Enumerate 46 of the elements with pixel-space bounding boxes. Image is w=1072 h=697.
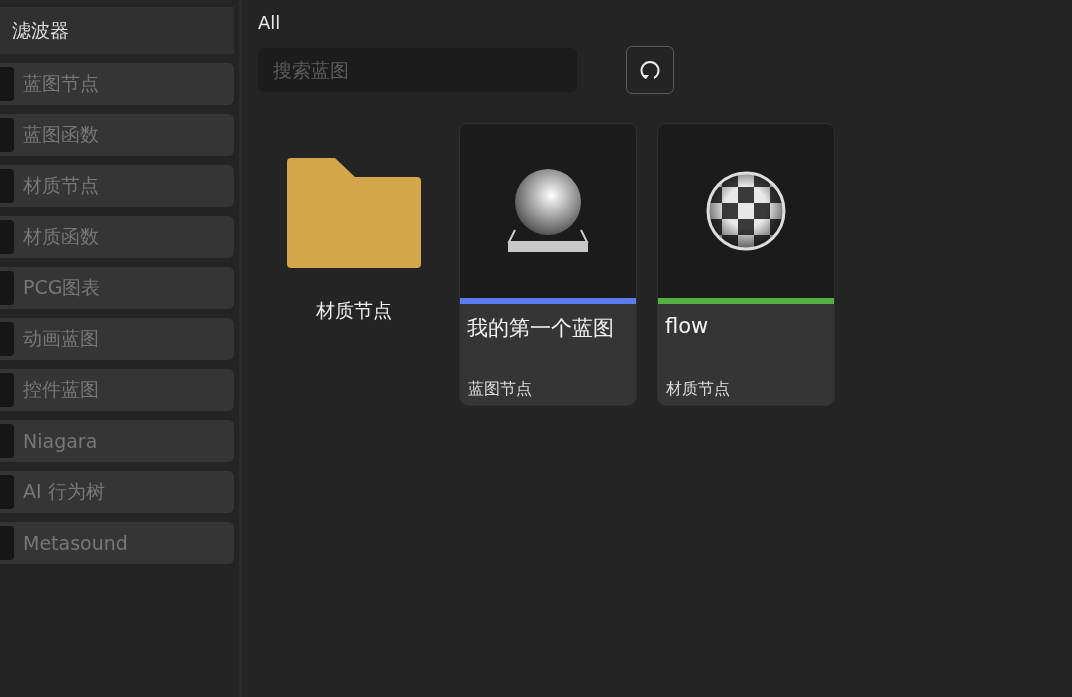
filter-item[interactable]: 材质函数	[0, 216, 234, 258]
folder-icon	[287, 158, 421, 268]
filter-label: 材质函数	[23, 224, 99, 249]
filter-label: PCG图表	[23, 275, 101, 300]
filter-item[interactable]: Metasound	[0, 522, 234, 564]
filter-label: 动画蓝图	[23, 326, 99, 351]
filter-title: 滤波器	[0, 7, 234, 54]
toggle-strip[interactable]	[0, 373, 14, 407]
asset-card[interactable]: 我的第一个蓝图 蓝图节点	[459, 123, 637, 406]
filter-label: AI 行为树	[23, 479, 105, 504]
refresh-button[interactable]	[626, 46, 674, 94]
filter-label: 控件蓝图	[23, 377, 99, 402]
sphere-on-stand-icon	[507, 168, 589, 254]
asset-type: 材质节点	[665, 379, 731, 400]
breadcrumb: All	[258, 12, 282, 35]
asset-name: 我的第一个蓝图	[466, 315, 615, 342]
refresh-icon	[639, 59, 661, 81]
filter-item[interactable]: 控件蓝图	[0, 369, 234, 411]
filter-item[interactable]: 材质节点	[0, 165, 234, 207]
filter-label: 蓝图函数	[23, 122, 99, 147]
folder-name: 材质节点	[316, 298, 392, 323]
toggle-strip[interactable]	[0, 475, 14, 509]
filter-label: 材质节点	[23, 173, 99, 198]
filter-item[interactable]: 蓝图节点	[0, 63, 234, 105]
asset-type: 蓝图节点	[467, 379, 533, 400]
filter-item[interactable]: AI 行为树	[0, 471, 234, 513]
toggle-strip[interactable]	[0, 118, 14, 152]
toggle-strip[interactable]	[0, 322, 14, 356]
toggle-strip[interactable]	[0, 220, 14, 254]
folder-tile[interactable]: 材质节点	[269, 123, 439, 406]
search-field[interactable]: 搜索蓝图	[258, 48, 577, 92]
filter-item[interactable]: 动画蓝图	[0, 318, 234, 360]
toggle-strip[interactable]	[0, 526, 14, 560]
filter-label: Niagara	[23, 430, 98, 452]
filter-item[interactable]: 蓝图函数	[0, 114, 234, 156]
asset-name: flow	[664, 313, 710, 340]
toggle-strip[interactable]	[0, 169, 14, 203]
filter-label: 蓝图节点	[23, 71, 99, 96]
filter-item[interactable]: Niagara	[0, 420, 234, 462]
toggle-strip[interactable]	[0, 424, 14, 458]
asset-card[interactable]: flow 材质节点	[657, 123, 835, 406]
filter-label: Metasound	[23, 532, 128, 554]
toggle-strip[interactable]	[0, 271, 14, 305]
checker-sphere-icon	[706, 171, 786, 251]
filter-item[interactable]: PCG图表	[0, 267, 234, 309]
toggle-strip[interactable]	[0, 67, 14, 101]
